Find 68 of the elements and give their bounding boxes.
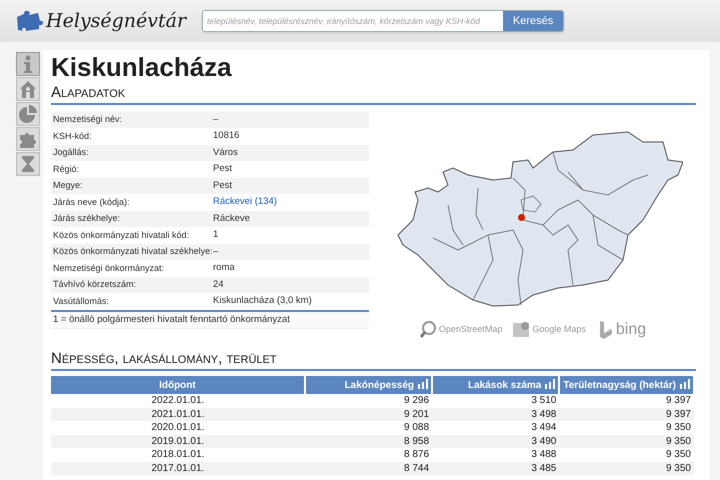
table-cell: 9 088 — [304, 421, 432, 434]
table-cell: 9 397 — [559, 408, 694, 421]
field-value: – — [213, 112, 218, 127]
map-link[interactable]: Google Maps — [512, 320, 586, 340]
map-link[interactable]: OpenStreetMap — [418, 320, 502, 340]
site-logo[interactable]: Helységnévtár — [46, 6, 186, 36]
district-link[interactable]: Ráckevei (134) — [213, 195, 277, 210]
field-value: Pest — [213, 162, 232, 176]
field-value: roma — [213, 261, 235, 276]
table-cell: 2021.01.01. — [51, 408, 305, 421]
field-value: Pest — [213, 178, 232, 193]
table-cell: 9 350 — [559, 421, 694, 434]
table-cell: 3 498 — [432, 408, 560, 421]
table-cell: 3 494 — [432, 421, 560, 434]
field-label: KSH-kód: — [52, 130, 93, 142]
field-label: Közös önkormányzati hivatali kód: — [52, 228, 190, 242]
field-value: – — [213, 244, 218, 259]
bar-chart-icon[interactable] — [680, 378, 690, 388]
table-cell: 2020.01.01. — [51, 421, 305, 434]
sidebar-tab[interactable] — [16, 152, 40, 176]
table-cell: 9 397 — [559, 394, 694, 408]
table-cell: 2018.01.01. — [51, 448, 305, 462]
field-value: Város — [213, 146, 238, 160]
sidebar-tab[interactable] — [16, 127, 40, 151]
table-cell: 8 958 — [304, 434, 432, 448]
pie-chart-icon — [18, 104, 38, 124]
field-label: Régió: — [52, 162, 80, 176]
sidebar-tab[interactable] — [16, 77, 40, 101]
table-cell: 2017.01.01. — [51, 462, 305, 475]
table-cell: 9 296 — [304, 394, 432, 408]
footnote: 1 = önálló polgármesteri hivatalt fenntartó önkormányzat — [51, 312, 369, 329]
field-label: Megye: — [52, 179, 84, 192]
map-link[interactable]: bing — [596, 318, 646, 342]
magnifier-icon — [418, 320, 437, 340]
field-value: 10816 — [213, 129, 240, 144]
field-value: Kiskunlacháza (3,0 km) — [213, 294, 312, 308]
table-cell: 9 350 — [559, 448, 694, 462]
table-cell: 8 876 — [304, 448, 432, 462]
sidebar-tab[interactable] — [16, 52, 40, 76]
table-cell: 2022.01.01. — [51, 394, 305, 408]
table-cell: 9 201 — [304, 408, 432, 421]
field-label: Járás neve (kódja): — [52, 196, 131, 209]
field-label: Vasútállomás: — [52, 294, 110, 308]
bar-chart-icon[interactable] — [545, 378, 556, 388]
house-icon — [18, 79, 38, 99]
section-heading: Alapadatok — [51, 84, 696, 105]
section-heading: Népesség, lakásállomány, terület — [51, 350, 696, 371]
field-label: Nemzetiségi önkormányzat: — [52, 262, 166, 275]
table-cell: 3 510 — [432, 394, 560, 408]
puzzle-logo-icon — [14, 9, 44, 33]
table-cell: 9 350 — [559, 462, 694, 475]
sidebar-tab[interactable] — [16, 102, 40, 126]
field-value: 1 — [213, 228, 218, 242]
field-value: Ráckeve — [213, 212, 250, 226]
page-title: Kiskunlacháza — [51, 51, 233, 82]
field-label: Közös önkormányzati hivatal székhelye: — [52, 245, 213, 258]
field-value: 24 — [213, 278, 224, 292]
table-cell: 3 485 — [432, 462, 560, 475]
field-label: Járás székhelye: — [52, 212, 122, 225]
table-cell: 3 488 — [432, 448, 560, 462]
field-label: Távhívó körzetszám: — [52, 278, 138, 291]
field-label: Nemzetiségi név: — [52, 113, 124, 126]
table-cell: 9 350 — [559, 434, 694, 448]
table-cell: 3 490 — [432, 434, 560, 448]
table-cell: 8 744 — [304, 462, 432, 475]
table-cell: 2019.01.01. — [51, 434, 305, 448]
bar-chart-icon[interactable] — [418, 378, 428, 388]
field-label: Jogállás: — [52, 146, 90, 159]
